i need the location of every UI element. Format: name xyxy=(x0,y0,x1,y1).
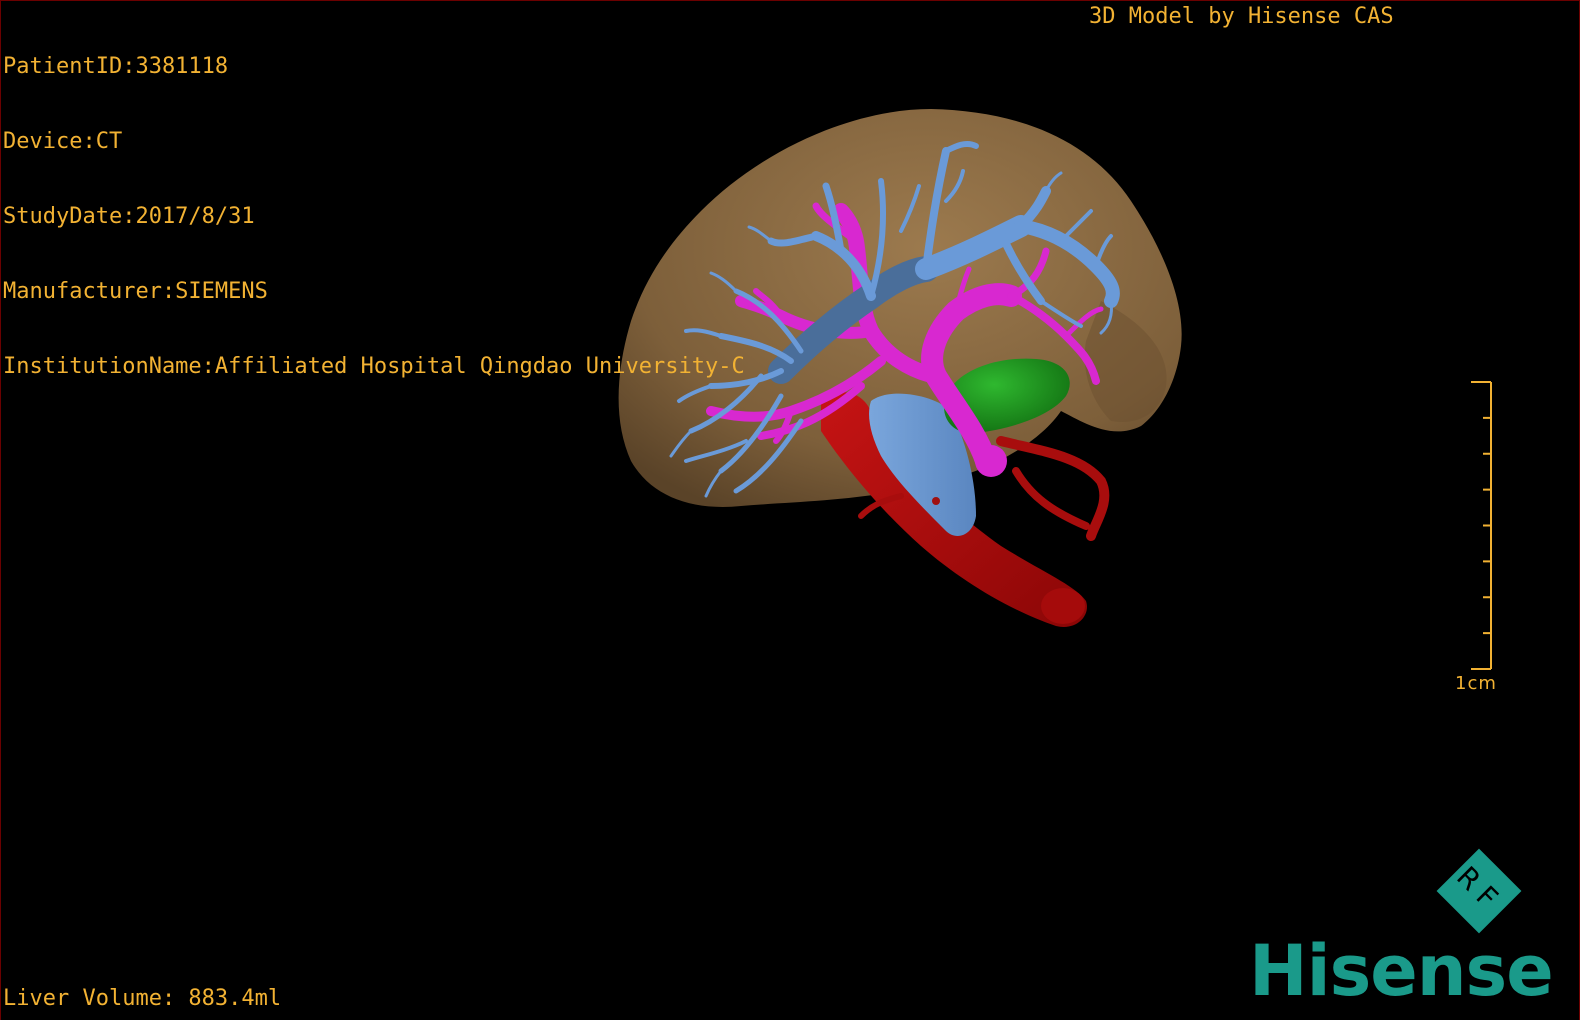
institution-label: InstitutionName:Affiliated Hospital Qing… xyxy=(3,354,745,379)
aorta-end xyxy=(1041,588,1085,624)
study-info-block: PatientID:3381118 Device:CT StudyDate:20… xyxy=(3,4,745,429)
liver-volume-label: Liver Volume: 883.4ml xyxy=(3,986,282,1011)
device-label: Device:CT xyxy=(3,129,123,154)
manufacturer-label: Manufacturer:SIEMENS xyxy=(3,279,268,304)
hisense-logo: Hisense xyxy=(1249,930,1554,1012)
renal-artery xyxy=(996,436,1110,541)
3d-viewport[interactable]: PatientID:3381118 Device:CT StudyDate:20… xyxy=(0,0,1580,1020)
scale-label: 1cm xyxy=(1455,673,1497,694)
rf-diamond-icon: RF xyxy=(1436,848,1522,934)
patient-id-label: PatientID:3381118 xyxy=(3,54,229,79)
scale-bar xyxy=(1471,381,1492,670)
model-credit-label: 3D Model by Hisense CAS xyxy=(1089,4,1394,29)
study-date-label: StudyDate:2017/8/31 xyxy=(3,204,255,229)
